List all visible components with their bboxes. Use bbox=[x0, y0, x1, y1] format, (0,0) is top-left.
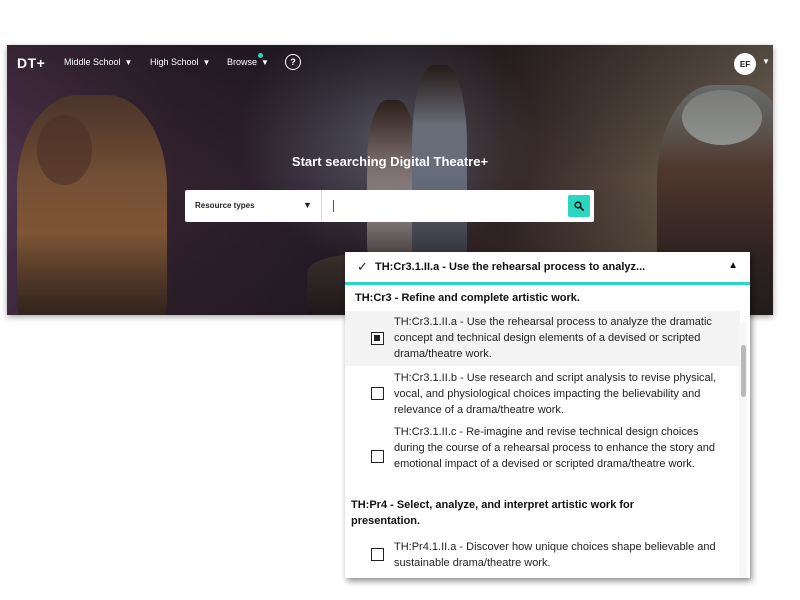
option-label: TH:Cr3.1.II.c - Re-imagine and revise te… bbox=[394, 426, 716, 470]
resource-types-label: Resource types bbox=[195, 201, 255, 210]
top-navigation: DT+ Middle School ▼ High School ▼ Browse… bbox=[7, 45, 773, 81]
chevron-down-icon: ▼ bbox=[124, 57, 133, 67]
chevron-down-icon: ▼ bbox=[303, 200, 312, 210]
chevron-down-icon: ▼ bbox=[261, 57, 269, 67]
help-icon: ? bbox=[290, 57, 296, 67]
checkbox[interactable] bbox=[371, 450, 384, 463]
group-heading-cr3: TH:Cr3 - Refine and complete artistic wo… bbox=[355, 292, 580, 304]
help-button[interactable]: ? bbox=[285, 54, 301, 70]
nav-label: Middle School bbox=[64, 57, 121, 67]
standards-dropdown-panel: ✓ TH:Cr3.1.II.a - Use the rehearsal proc… bbox=[345, 252, 750, 578]
nav-label: High School bbox=[150, 57, 199, 67]
text-cursor bbox=[333, 200, 334, 212]
avatar-initials: EF bbox=[739, 59, 751, 69]
option-th-cr3-1-ii-c[interactable]: TH:Cr3.1.II.c - Re-imagine and revise te… bbox=[345, 422, 740, 492]
group-heading-pr4: TH:Pr4 - Select, analyze, and interpret … bbox=[351, 499, 635, 527]
selected-standard: TH:Cr3.1.II.a - Use the rehearsal proces… bbox=[375, 261, 646, 273]
hero-title: Start searching Digital Theatre+ bbox=[291, 154, 489, 169]
scrollbar-thumb[interactable] bbox=[741, 345, 746, 397]
option-label: TH:Cr3.1.II.a - Use the rehearsal proces… bbox=[394, 316, 712, 360]
avatar[interactable]: EF bbox=[734, 53, 756, 75]
nav-browse[interactable]: Browse ▼ bbox=[227, 53, 269, 67]
resource-types-select[interactable]: Resource types ▼ bbox=[185, 190, 322, 222]
checkbox[interactable] bbox=[371, 332, 384, 345]
nav-middle-school[interactable]: Middle School ▼ bbox=[64, 57, 132, 67]
search-button[interactable] bbox=[568, 195, 590, 217]
app-logo[interactable]: DT+ bbox=[17, 55, 45, 71]
option-th-cr3-1-ii-b[interactable]: TH:Cr3.1.II.b - Use research and script … bbox=[345, 368, 740, 420]
search-icon bbox=[574, 201, 584, 211]
option-label: TH:Pr4.1.II.a - Discover how unique choi… bbox=[394, 541, 716, 569]
option-label: TH:Cr3.1.II.b - Use research and script … bbox=[394, 372, 717, 416]
chevron-down-icon: ▼ bbox=[202, 57, 211, 67]
dropdown-header[interactable]: ✓ TH:Cr3.1.II.a - Use the rehearsal proc… bbox=[345, 252, 750, 285]
option-th-cr3-1-ii-a[interactable]: TH:Cr3.1.II.a - Use the rehearsal proces… bbox=[345, 311, 740, 366]
notification-dot bbox=[257, 53, 263, 58]
nav-label: Browse bbox=[227, 57, 258, 67]
nav-high-school[interactable]: High School ▼ bbox=[150, 57, 210, 67]
account-chevron-down-icon[interactable]: ▼ bbox=[762, 57, 770, 66]
search-input[interactable] bbox=[329, 196, 553, 218]
checkbox[interactable] bbox=[371, 548, 384, 561]
checkbox[interactable] bbox=[371, 387, 384, 400]
option-th-pr4-1-ii-a[interactable]: TH:Pr4.1.II.a - Discover how unique choi… bbox=[345, 538, 740, 578]
checkmark-icon: ✓ bbox=[357, 259, 368, 274]
search-bar: Resource types ▼ bbox=[185, 190, 594, 222]
chevron-up-icon[interactable]: ▲ bbox=[728, 260, 738, 271]
